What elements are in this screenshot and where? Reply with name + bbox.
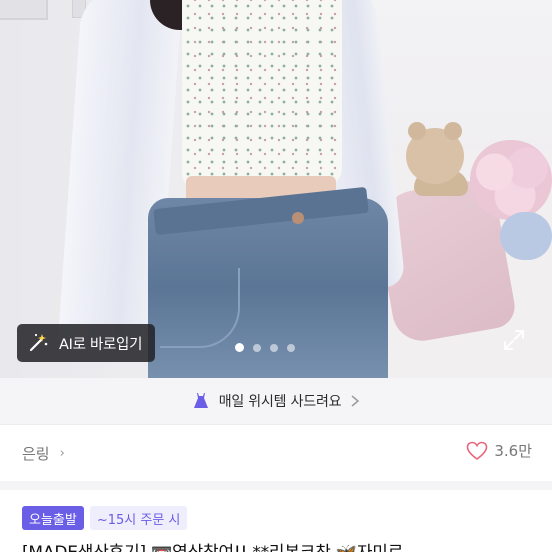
window-frame: [0, 0, 48, 20]
jeans-pocket: [160, 268, 240, 348]
wishlist-promo-banner[interactable]: 매일 위시템 사드려요: [0, 378, 552, 424]
chevron-right-icon: [351, 395, 360, 407]
like-button[interactable]: 3.6만: [466, 440, 532, 461]
blue-flowers: [500, 212, 552, 260]
pink-flowers: [470, 140, 552, 220]
jeans-button: [292, 212, 304, 224]
carousel-dot[interactable]: [253, 343, 261, 352]
carousel-dot[interactable]: [235, 343, 244, 352]
product-title: [MADE생산후기] 📼영상참여!! **리본크찬 🦋자미로: [22, 538, 542, 552]
order-cutoff-badge: ~15시 주문 시: [89, 506, 188, 530]
floral-crop-top: [182, 0, 342, 188]
carousel-dot[interactable]: [270, 343, 278, 352]
product-image[interactable]: AI로 바로입기: [0, 0, 552, 378]
shop-name: 은링: [22, 445, 50, 463]
product-detail-page: AI로 바로입기 매일 위시템 사드려요 은링 › 3.6만 오늘출발 ~15시…: [0, 0, 552, 552]
section-divider: [0, 481, 552, 490]
ai-try-on-button[interactable]: AI로 바로입기: [17, 324, 155, 362]
magic-wand-icon: [29, 333, 48, 352]
like-count: 3.6만: [494, 442, 532, 460]
dress-icon: [193, 393, 208, 408]
heart-icon: [467, 441, 488, 460]
carousel-indicator: [235, 343, 295, 352]
chevron-right-icon: ›: [59, 446, 65, 461]
ai-try-on-label: AI로 바로입기: [59, 336, 143, 353]
banner-text: 매일 위시템 사드려요: [218, 394, 342, 410]
teddy-bear-head: [406, 122, 464, 184]
expand-icon[interactable]: [502, 328, 526, 352]
carousel-dot[interactable]: [287, 343, 295, 352]
same-day-shipping-badge: 오늘출발: [22, 506, 84, 530]
shop-link[interactable]: 은링 ›: [22, 443, 65, 464]
shop-row: 은링 › 3.6만: [0, 425, 552, 481]
badge-row: 오늘출발 ~15시 주문 시: [22, 506, 188, 530]
